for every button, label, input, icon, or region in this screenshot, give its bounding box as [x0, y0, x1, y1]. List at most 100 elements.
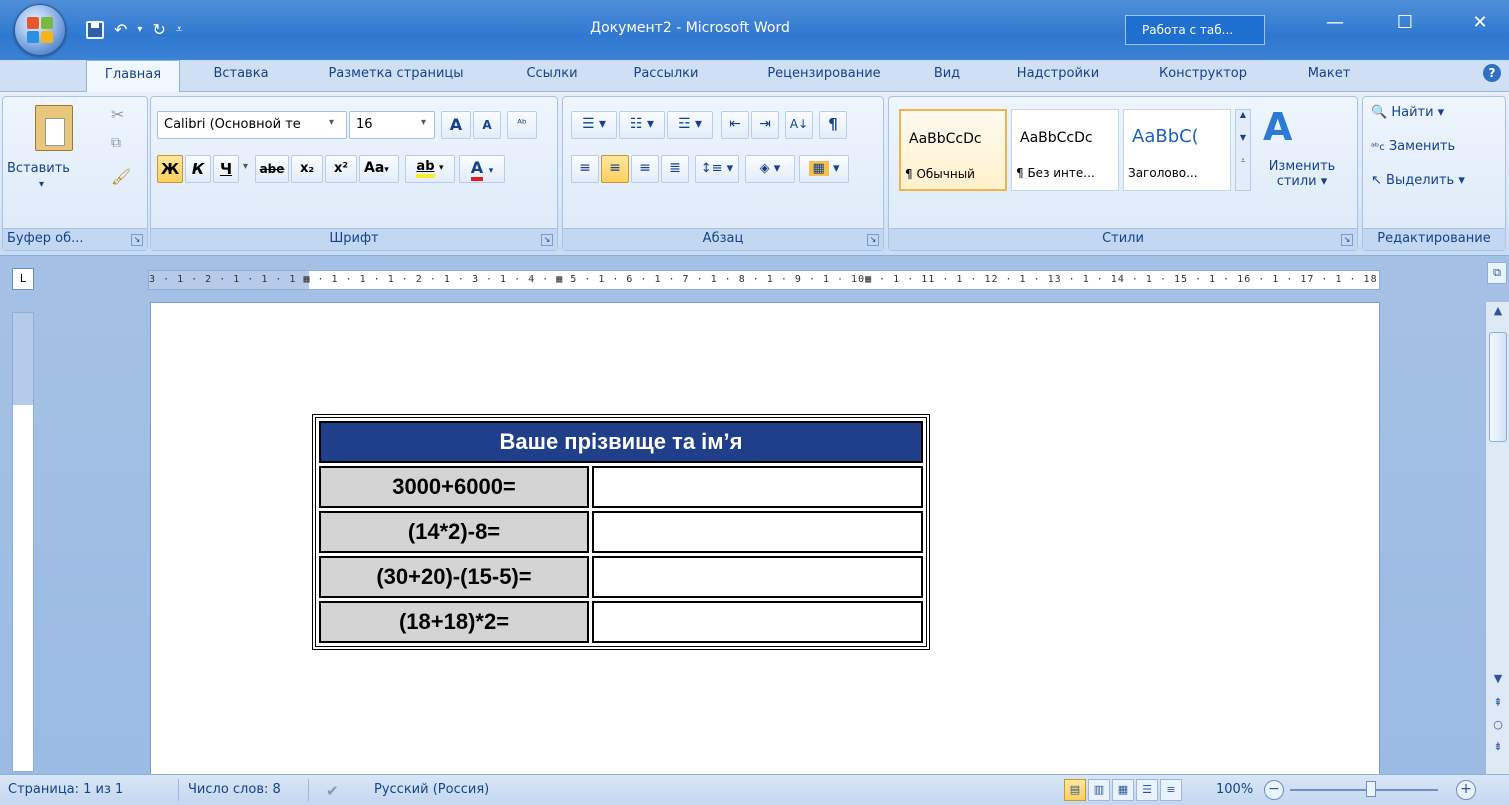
scroll-thumb[interactable] — [1489, 332, 1507, 442]
view-ruler-icon[interactable]: ⧉ — [1487, 262, 1507, 284]
format-painter-icon[interactable]: 🖌 — [111, 167, 131, 186]
tab-add-ins[interactable]: Надстройки — [998, 60, 1118, 92]
shading-button[interactable]: ◈ ▾ — [745, 155, 795, 183]
align-left-button[interactable]: ≡ — [571, 155, 599, 183]
underline-button[interactable]: Ч — [213, 155, 239, 183]
zoom-slider[interactable] — [1290, 789, 1438, 791]
borders-button[interactable]: ▦ ▾ — [799, 155, 849, 183]
tab-mailings[interactable]: Рассылки — [616, 60, 716, 92]
font-color-button[interactable]: A ▾ — [459, 155, 505, 183]
align-center-button[interactable]: ≡ — [601, 155, 629, 183]
font-name-select[interactable]: Calibri (Основной те — [157, 111, 347, 139]
tab-layout[interactable]: Макет — [1290, 60, 1368, 92]
styles-gallery-scroll[interactable]: ▲ ▼ ⩡ — [1235, 109, 1251, 191]
table-answer-cell[interactable] — [592, 556, 923, 598]
print-layout-view-icon[interactable]: ▤ — [1064, 779, 1086, 801]
word-count[interactable]: Число слов: 8 — [188, 782, 281, 797]
help-icon[interactable]: ? — [1483, 64, 1501, 82]
underline-dropdown-icon[interactable]: ▾ — [243, 161, 248, 172]
previous-page-icon[interactable]: ⇞ — [1486, 696, 1509, 716]
proofing-icon[interactable]: ✔ — [326, 782, 339, 800]
style-no-spacing-name: ¶ Без инте... — [1016, 166, 1095, 180]
styles-launcher-icon[interactable]: ↘ — [1341, 234, 1353, 246]
tab-view[interactable]: Вид — [922, 60, 972, 92]
table-label-cell[interactable]: 3000+6000= — [319, 466, 589, 508]
zoom-level[interactable]: 100% — [1216, 782, 1253, 797]
table-answer-cell[interactable] — [592, 466, 923, 508]
tab-selector[interactable]: L — [12, 268, 34, 290]
multilevel-list-button[interactable]: ☲ ▾ — [667, 111, 713, 139]
increase-indent-button[interactable]: ⇥ — [751, 111, 779, 139]
line-spacing-button[interactable]: ↕≡ ▾ — [695, 155, 739, 183]
minimize-button[interactable]: — — [1320, 12, 1350, 33]
bold-button[interactable]: Ж — [157, 155, 183, 183]
outline-view-icon[interactable]: ☰ — [1136, 779, 1158, 801]
change-case-button[interactable]: Aa▾ — [359, 155, 399, 183]
table-answer-cell[interactable] — [592, 601, 923, 643]
cut-icon[interactable]: ✂ — [111, 105, 124, 124]
justify-button[interactable]: ≣ — [661, 155, 689, 183]
tab-references[interactable]: Ссылки — [512, 60, 592, 92]
subscript-button[interactable]: x₂ — [291, 155, 323, 183]
style-normal[interactable]: AaBbCcDc ¶ Обычный — [899, 109, 1007, 191]
web-layout-view-icon[interactable]: ▦ — [1112, 779, 1134, 801]
table-label-cell[interactable]: (30+20)-(15-5)= — [319, 556, 589, 598]
paste-dropdown-icon[interactable]: ▾ — [39, 179, 44, 190]
scroll-down-icon[interactable]: ▼ — [1486, 672, 1509, 692]
paste-icon[interactable] — [35, 105, 73, 151]
tab-review[interactable]: Рецензирование — [742, 60, 906, 92]
paragraph-launcher-icon[interactable]: ↘ — [867, 234, 879, 246]
highlight-button[interactable]: ab ▾ — [405, 155, 455, 183]
copy-icon[interactable]: ⧉ — [111, 135, 121, 151]
table-label-cell[interactable]: (18+18)*2= — [319, 601, 589, 643]
select-button[interactable]: ↖ Выделить ▾ — [1371, 173, 1465, 188]
zoom-in-icon[interactable]: + — [1456, 780, 1476, 800]
draft-view-icon[interactable]: ≡ — [1160, 779, 1182, 801]
grow-font-button[interactable]: A — [441, 111, 471, 139]
change-styles-button[interactable]: Изменить стили ▾ — [1257, 159, 1347, 189]
sort-button[interactable]: A↓ — [785, 111, 813, 139]
table-label-cell[interactable]: (14*2)-8= — [319, 511, 589, 553]
superscript-button[interactable]: x² — [325, 155, 357, 183]
full-screen-reading-view-icon[interactable]: ▥ — [1088, 779, 1110, 801]
clipboard-launcher-icon[interactable]: ↘ — [131, 234, 143, 246]
shrink-font-button[interactable]: A — [473, 111, 501, 139]
next-page-icon[interactable]: ⇟ — [1486, 740, 1509, 760]
language-indicator[interactable]: Русский (Россия) — [374, 782, 489, 797]
clear-format-button[interactable]: ᴬᵇ — [507, 111, 537, 139]
tab-page-layout[interactable]: Разметка страницы — [306, 60, 486, 92]
tab-insert[interactable]: Вставка — [196, 60, 286, 92]
table-answer-cell[interactable] — [592, 511, 923, 553]
italic-button[interactable]: К — [185, 155, 211, 183]
styles-up-icon: ▲ — [1239, 110, 1247, 119]
decrease-indent-button[interactable]: ⇤ — [721, 111, 749, 139]
replace-button[interactable]: ᵃᵇc Заменить — [1371, 139, 1455, 154]
tab-home[interactable]: Главная — [86, 60, 180, 93]
horizontal-ruler[interactable]: 3 · 1 · 2 · 1 · 1 · 1 ▦ · 1 · 1 · 1 · 2 … — [148, 270, 1380, 290]
style-no-spacing[interactable]: AaBbCcDc ¶ Без инте... — [1011, 109, 1119, 191]
font-launcher-icon[interactable]: ↘ — [541, 234, 553, 246]
scroll-up-icon[interactable]: ▲ — [1486, 304, 1509, 324]
font-size-dropdown-icon[interactable]: ▾ — [421, 117, 426, 128]
zoom-slider-thumb[interactable] — [1366, 781, 1376, 797]
tab-design[interactable]: Конструктор — [1140, 60, 1266, 92]
vertical-scrollbar[interactable]: ▲ ▼ ⇞ ○ ⇟ — [1485, 302, 1509, 774]
close-button[interactable]: ✕ — [1465, 12, 1495, 33]
style-heading[interactable]: AaBbC( Заголово... — [1123, 109, 1231, 191]
document-table: Ваше прізвище та ім’я 3000+6000= (14*2)-… — [312, 414, 930, 650]
font-name-dropdown-icon[interactable]: ▾ — [329, 117, 334, 128]
maximize-button[interactable]: ☐ — [1390, 12, 1420, 33]
show-marks-button[interactable]: ¶ — [819, 111, 847, 139]
strikethrough-button[interactable]: abe — [255, 155, 289, 183]
paste-button-label[interactable]: Вставить — [7, 161, 70, 176]
align-right-button[interactable]: ≡ — [631, 155, 659, 183]
find-button[interactable]: 🔍 Найти ▾ — [1371, 105, 1444, 120]
zoom-out-icon[interactable]: − — [1264, 780, 1284, 800]
browse-object-icon[interactable]: ○ — [1486, 718, 1509, 738]
page-count[interactable]: Страница: 1 из 1 — [8, 782, 123, 797]
numbering-button[interactable]: ☷ ▾ — [619, 111, 665, 139]
bullets-button[interactable]: ☰ ▾ — [571, 111, 617, 139]
vertical-ruler[interactable] — [12, 312, 34, 772]
table-header-cell[interactable]: Ваше прізвище та ім’я — [319, 421, 923, 463]
change-styles-icon[interactable]: A — [1263, 105, 1292, 149]
